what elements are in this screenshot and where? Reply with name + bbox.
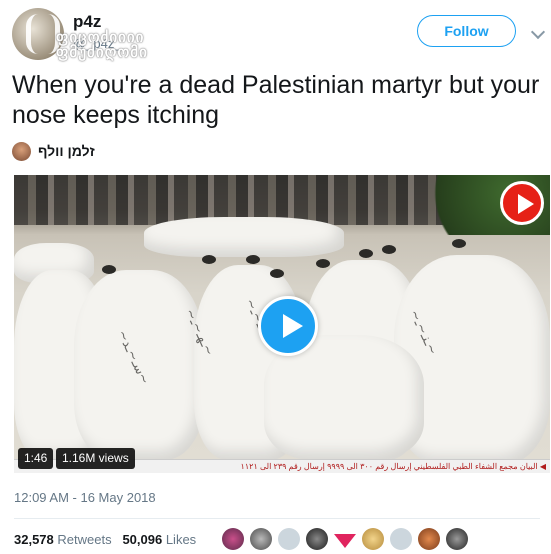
foot [452, 239, 466, 248]
video-views: 1.16M views [56, 448, 135, 469]
liker-avatar[interactable] [362, 528, 384, 550]
video-duration: 1:46 [18, 448, 54, 469]
liker-avatar[interactable] [418, 528, 440, 550]
foot [359, 249, 373, 258]
heart-icon[interactable] [334, 534, 356, 548]
divider [14, 518, 540, 519]
play-icon[interactable] [258, 296, 318, 356]
chevron-down-icon[interactable] [530, 24, 546, 40]
likes-label[interactable]: Likes [166, 532, 196, 547]
retweets-count[interactable]: 32,578 [14, 532, 54, 547]
foot [316, 259, 330, 268]
tweet-text: When you're a dead Palestinian martyr bu… [12, 71, 540, 129]
translator-name[interactable]: זלמן וולף [38, 143, 95, 159]
foot [202, 255, 216, 264]
youtube-icon [500, 181, 544, 225]
liker-avatar[interactable] [278, 528, 300, 550]
shroud [144, 217, 344, 257]
avatar-logo [26, 14, 60, 54]
liker-avatar[interactable] [250, 528, 272, 550]
foot [270, 269, 284, 278]
video-player[interactable]: ~سـ~ـد~ ~ـهـ~ـ~ ~ـعـ~ـ~ ~ـنـ~ـ~ ◀ البيان… [14, 175, 550, 473]
watermark: ფიცოძიიიი ფმუძიღომი [56, 29, 148, 61]
foot [382, 245, 396, 254]
tweet-stats: 32,578 Retweets 50,096 Likes [14, 532, 196, 547]
tweet-header: p4z @_p4z_ ფიცოძიიიი ფმუძიღომი Follow [0, 0, 551, 62]
likes-count[interactable]: 50,096 [122, 532, 162, 547]
liker-avatar[interactable] [446, 528, 468, 550]
foot [102, 265, 116, 274]
tweet-timestamp[interactable]: 12:09 AM - 16 May 2018 [14, 490, 156, 505]
retweets-label[interactable]: Retweets [57, 532, 111, 547]
follow-button[interactable]: Follow [417, 15, 516, 47]
foot [246, 255, 260, 264]
liker-avatar[interactable] [306, 528, 328, 550]
translator-avatar[interactable] [12, 142, 31, 161]
liker-avatar[interactable] [390, 528, 412, 550]
liker-avatar[interactable] [222, 528, 244, 550]
